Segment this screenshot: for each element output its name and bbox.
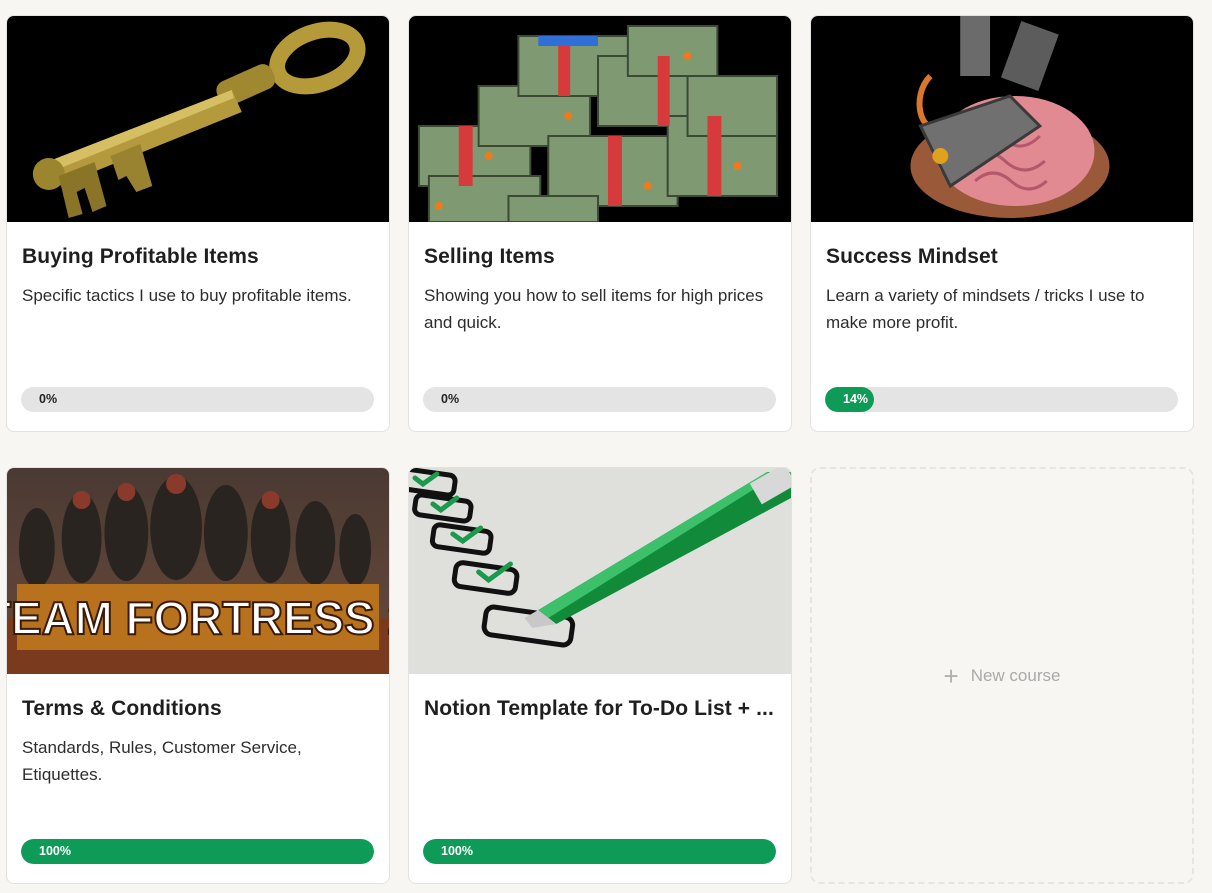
course-title: Buying Profitable Items: [22, 245, 259, 268]
course-description: Standards, Rules, Customer Service, Etiq…: [22, 738, 302, 784]
new-course-label: New course: [970, 665, 1061, 685]
banner-text: TEAM FORTRESS 2: [7, 592, 389, 644]
new-course-button[interactable]: + New course: [810, 467, 1194, 884]
progress-fill: [423, 839, 776, 864]
progress-label: 0%: [441, 392, 460, 406]
progress-fill: [21, 839, 374, 864]
money-stacks-icon: [409, 16, 791, 222]
progress-label: 14%: [843, 392, 869, 406]
team-fortress-2-banner: TEAM FORTRESS 2: [7, 468, 389, 674]
course-description: Specific tactics I use to buy profitable…: [22, 286, 352, 305]
course-title: Notion Template for To-Do List + ...: [424, 697, 774, 720]
course-card[interactable]: Selling Items Showing you how to sell it…: [408, 15, 792, 432]
checklist-pen-icon: [409, 468, 791, 674]
progress-bar: 100%: [21, 839, 374, 864]
progress-bar: 0%: [423, 387, 776, 412]
course-description: Showing you how to sell items for high p…: [424, 286, 764, 332]
golden-key-icon: [7, 16, 389, 222]
course-title: Success Mindset: [826, 245, 998, 268]
progress-label: 100%: [39, 844, 71, 858]
course-card[interactable]: Buying Profitable Items Specific tactics…: [6, 15, 390, 432]
course-card[interactable]: Notion Template for To-Do List + ... 100…: [408, 467, 792, 884]
course-title: Terms & Conditions: [22, 697, 222, 720]
progress-label: 100%: [441, 844, 473, 858]
course-grid: Buying Profitable Items Specific tactics…: [6, 15, 1194, 884]
progress-label: 0%: [39, 392, 58, 406]
course-description: Learn a variety of mindsets / tricks I u…: [826, 286, 1145, 332]
progress-bar: 0%: [21, 387, 374, 412]
progress-bar: 14%: [825, 387, 1178, 412]
brain-helmet-icon: [811, 16, 1193, 222]
course-card[interactable]: TEAM FORTRESS 2 Terms & Conditions Stand…: [6, 467, 390, 884]
progress-bar: 100%: [423, 839, 776, 864]
course-card[interactable]: Success Mindset Learn a variety of minds…: [810, 15, 1194, 432]
plus-icon: +: [943, 660, 959, 691]
course-title: Selling Items: [424, 245, 555, 268]
